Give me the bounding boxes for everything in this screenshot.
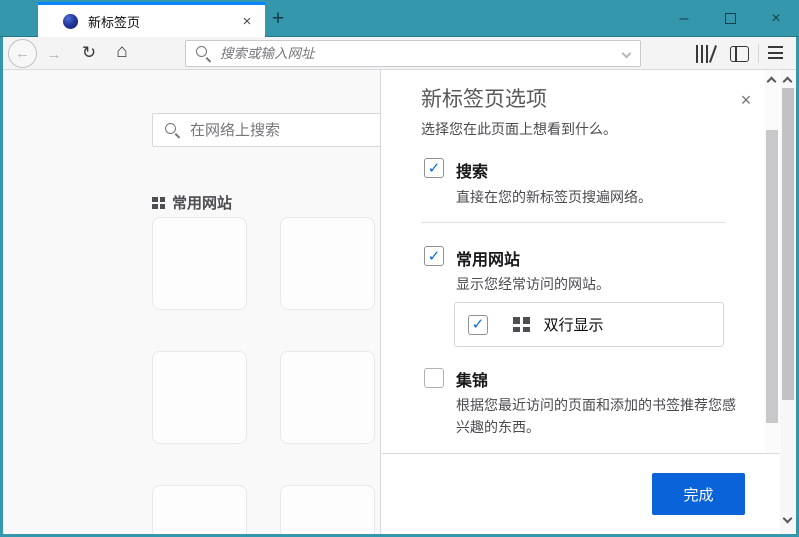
tab-new-tab[interactable]: 新标签页 × — [38, 2, 265, 37]
new-tab-button[interactable]: + — [266, 7, 290, 31]
new-tab-options-panel: 新标签页选项 × 选择您在此页面上想看到什么。 ✓ 搜索 直接在您的新标签页搜遍… — [380, 70, 781, 534]
search-option-checkbox[interactable]: ✓ — [424, 158, 444, 178]
top-site-tile — [152, 485, 247, 537]
sidebar-icon[interactable] — [730, 46, 749, 62]
footer-divider — [381, 453, 781, 454]
top-site-tile — [280, 217, 375, 310]
search-option-label: 搜索 — [456, 164, 489, 181]
home-button[interactable]: ⌂ — [111, 41, 133, 63]
reload-button[interactable]: ↻ — [78, 42, 100, 64]
top-site-tile — [152, 351, 247, 444]
window-frame-left — [0, 37, 3, 537]
tab-title: 新标签页 — [88, 14, 141, 30]
panel-close-icon[interactable]: × — [734, 88, 758, 112]
search-option-description: 直接在您的新标签页搜遍网络。 — [456, 189, 652, 205]
search-icon — [196, 46, 211, 61]
two-row-label: 双行显示 — [543, 317, 604, 334]
top-sites-option-description: 显示您经常访问的网站。 — [456, 276, 610, 292]
url-dropdown-chevron-icon[interactable] — [621, 48, 632, 59]
forward-button[interactable]: → — [44, 44, 64, 64]
titlebar: 新标签页 × + – × — [0, 0, 799, 37]
highlights-option-checkbox[interactable] — [424, 368, 444, 388]
maximize-icon — [724, 13, 736, 24]
check-icon: ✓ — [471, 316, 485, 333]
check-icon: ✓ — [427, 247, 441, 265]
top-sites-grid-icon — [152, 196, 165, 209]
browser-window: 新标签页 × + – × ← → ↻ ⌂ 常用网站 — [0, 0, 799, 537]
toolbar-separator — [758, 44, 759, 63]
panel-subtitle: 选择您在此页面上想看到什么。 — [421, 121, 617, 137]
back-button[interactable]: ← — [8, 39, 37, 68]
panel-scrollbar[interactable] — [765, 70, 779, 453]
navigation-toolbar: ← → ↻ ⌂ — [0, 37, 799, 70]
window-controls: – × — [661, 0, 799, 37]
highlights-option-description: 根据您最近访问的页面和添加的书签推荐您感兴趣的东西。 — [456, 397, 736, 435]
page-scrollbar-thumb[interactable] — [782, 88, 794, 400]
close-window-button[interactable]: × — [753, 0, 799, 37]
url-bar[interactable] — [185, 40, 641, 67]
top-site-tile — [280, 485, 375, 537]
top-sites-option-label: 常用网站 — [456, 252, 521, 269]
done-button[interactable]: 完成 — [652, 473, 745, 515]
panel-scrollbar-thumb[interactable] — [766, 130, 778, 423]
minimize-button[interactable]: – — [661, 0, 707, 37]
two-row-grid-icon — [513, 317, 530, 332]
top-sites-label: 常用网站 — [172, 195, 233, 212]
scroll-down-icon[interactable] — [782, 513, 793, 524]
tab-favicon-globe-icon — [63, 13, 78, 29]
menu-hamburger-icon[interactable] — [768, 46, 783, 63]
check-icon: ✓ — [427, 159, 441, 177]
scroll-up-icon[interactable] — [782, 76, 793, 87]
top-site-tile — [280, 351, 375, 444]
top-sites-header: 常用网站 — [152, 192, 232, 213]
two-row-suboption: ✓ 双行显示 — [454, 302, 724, 347]
page-scrollbar[interactable] — [780, 70, 796, 534]
panel-title: 新标签页选项 — [421, 88, 547, 111]
scroll-up-icon[interactable] — [766, 76, 777, 87]
tab-close-icon[interactable]: × — [238, 12, 256, 30]
maximize-button[interactable] — [707, 0, 753, 37]
two-row-checkbox[interactable]: ✓ — [468, 314, 488, 335]
highlights-option-label: 集锦 — [456, 373, 489, 390]
library-icon[interactable] — [695, 45, 718, 63]
top-site-tile — [152, 217, 247, 310]
page-search-icon — [165, 122, 180, 138]
url-input[interactable] — [211, 46, 623, 61]
top-sites-option-checkbox[interactable]: ✓ — [424, 246, 444, 266]
panel-divider — [421, 222, 726, 223]
